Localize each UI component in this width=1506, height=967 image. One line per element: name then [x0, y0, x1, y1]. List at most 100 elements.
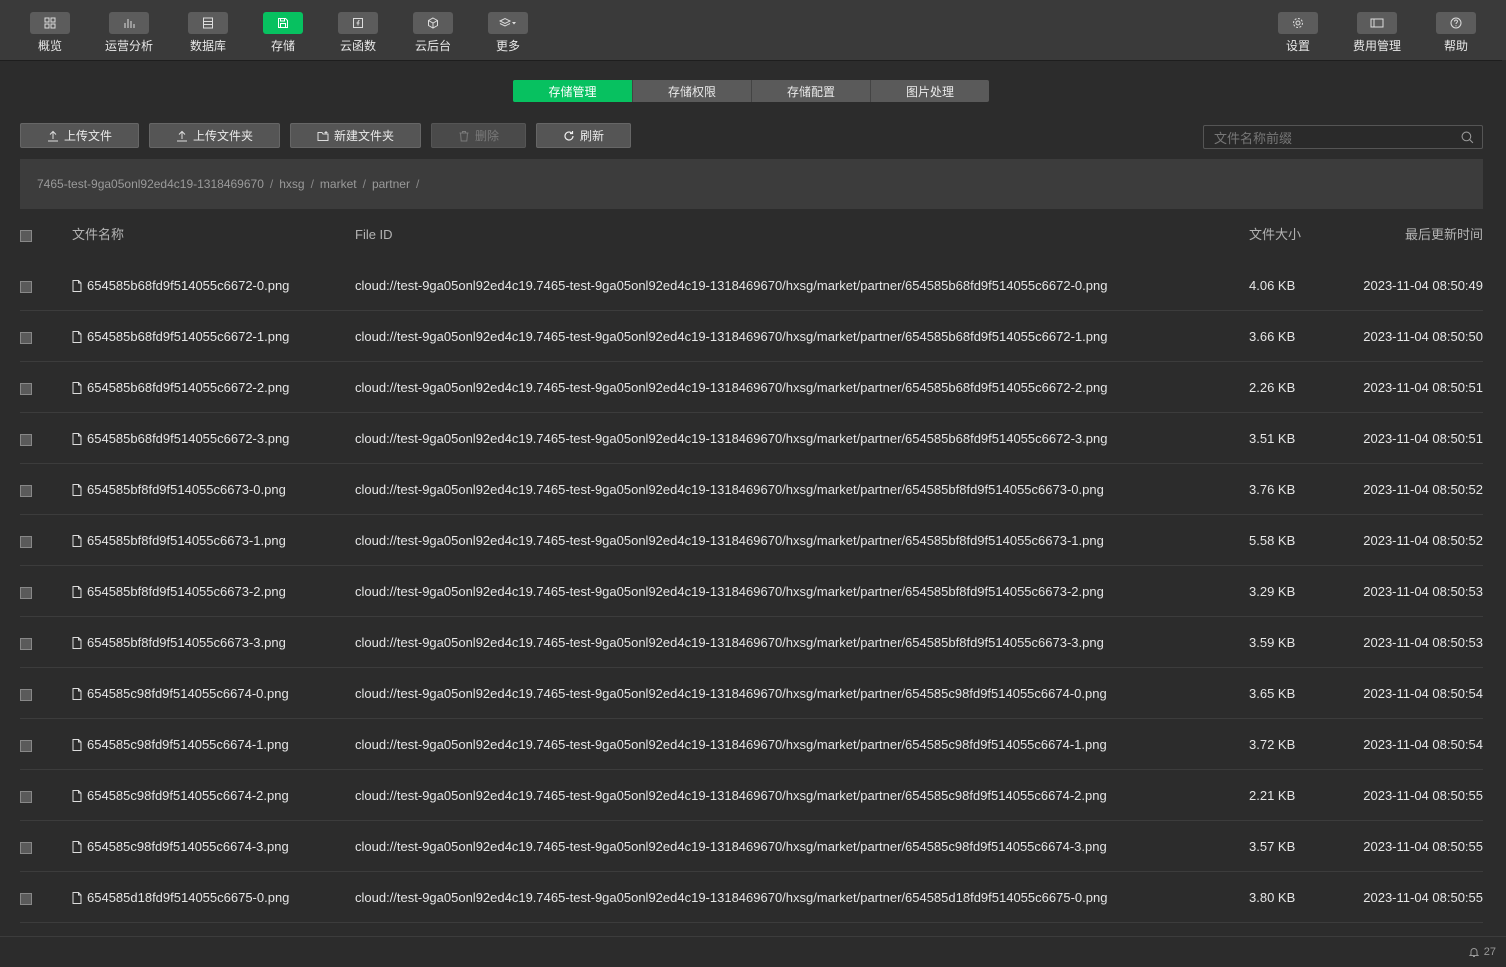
file-name: 654585bf8fd9f514055c6673-1.png [87, 533, 286, 548]
table-row[interactable]: 654585c98fd9f514055c6674-0.png cloud://te… [20, 668, 1483, 719]
tab-storage-management[interactable]: 存储管理 [513, 80, 632, 102]
refresh-button[interactable]: 刷新 [536, 123, 631, 148]
table-row[interactable]: 654585bf8fd9f514055c6673-0.png cloud://te… [20, 464, 1483, 515]
upload-folder-button[interactable]: 上传文件夹 [149, 123, 280, 148]
table-row[interactable]: 654585bf8fd9f514055c6673-2.png cloud://te… [20, 566, 1483, 617]
row-checkbox[interactable] [20, 484, 32, 497]
nav-analytics[interactable]: 运营分析 [99, 12, 159, 54]
search-icon[interactable] [1461, 131, 1474, 144]
table-row[interactable]: 654585b68fd9f514055c6672-1.png cloud://te… [20, 311, 1483, 362]
file-name-cell[interactable]: 654585b68fd9f514055c6672-1.png [72, 311, 289, 362]
nav-help[interactable]: 帮助 [1426, 12, 1486, 54]
nav-storage[interactable]: 存储 [253, 12, 313, 54]
row-checkbox[interactable] [20, 535, 32, 548]
nav-label: 数据库 [189, 39, 226, 53]
file-name-cell[interactable]: 654585c98fd9f514055c6674-2.png [72, 770, 289, 821]
breadcrumb-separator: / [310, 177, 314, 191]
select-all-checkbox[interactable] [20, 229, 32, 242]
file-name-cell[interactable]: 654585d18fd9f514055c6675-0.png [72, 872, 289, 923]
breadcrumb-item[interactable]: hxsg [279, 177, 304, 191]
file-size: 3.72 KB [1249, 737, 1296, 752]
table-row[interactable]: 654585c98fd9f514055c6674-3.png cloud://te… [20, 821, 1483, 872]
breadcrumb-separator: / [269, 177, 274, 191]
nav-overview[interactable]: 概览 [20, 12, 80, 54]
row-checkbox[interactable] [20, 586, 32, 599]
file-name-cell[interactable]: 654585bf8fd9f514055c6673-2.png [72, 566, 286, 617]
file-name-cell[interactable]: 654585b68fd9f514055c6672-0.png [72, 260, 289, 311]
table-header: 文件名称 File ID 文件大小 最后更新时间 [20, 209, 1483, 260]
file-size: 4.06 KB [1249, 278, 1296, 293]
cube-icon [413, 12, 453, 34]
nav-label: 运营分析 [104, 39, 153, 53]
help-icon [1436, 12, 1476, 34]
notification-indicator[interactable]: 27 [1468, 946, 1496, 958]
storage-tabs: 存储管理 存储权限 存储配置 图片处理 [513, 80, 989, 102]
table-row[interactable]: 654585c98fd9f514055c6674-1.png cloud://te… [20, 719, 1483, 770]
delete-button[interactable]: 删除 [431, 123, 526, 148]
file-name: 654585b68fd9f514055c6672-2.png [87, 380, 290, 395]
table-row[interactable]: 654585b68fd9f514055c6672-3.png cloud://te… [20, 413, 1483, 464]
breadcrumb-item[interactable]: market [320, 177, 357, 191]
file-name-cell[interactable]: 654585bf8fd9f514055c6673-1.png [72, 515, 286, 566]
row-checkbox[interactable] [20, 841, 32, 854]
row-check-cell [20, 668, 32, 719]
tab-image-processing[interactable]: 图片处理 [870, 80, 989, 102]
row-check-cell [20, 872, 32, 923]
nav-database[interactable]: 数据库 [178, 12, 238, 54]
breadcrumb-item[interactable]: 7465-test-9ga05onl92ed4c19-1318469670 [37, 177, 264, 191]
file-name: 654585c98fd9f514055c6674-2.png [87, 788, 289, 803]
file-name-cell[interactable]: 654585bf8fd9f514055c6673-3.png [72, 617, 286, 668]
row-checkbox[interactable] [20, 382, 32, 395]
nav-cloud-backend[interactable]: 云后台 [403, 12, 463, 54]
file-icon [72, 534, 82, 547]
notification-count: 27 [1483, 946, 1496, 958]
file-size: 3.51 KB [1249, 431, 1296, 446]
search-box [1203, 125, 1483, 150]
table-row[interactable]: 654585bf8fd9f514055c6673-1.png cloud://te… [20, 515, 1483, 566]
row-checkbox[interactable] [20, 892, 32, 905]
row-checkbox[interactable] [20, 433, 32, 446]
nav-settings[interactable]: 设置 [1268, 12, 1328, 54]
file-updated: 2023-11-04 08:50:51 [1363, 380, 1483, 395]
file-name-cell[interactable]: 654585b68fd9f514055c6672-2.png [72, 362, 289, 413]
grid-icon [30, 12, 70, 34]
file-name-cell[interactable]: 654585c98fd9f514055c6674-3.png [72, 821, 289, 872]
table-row[interactable]: 654585b68fd9f514055c6672-2.png cloud://te… [20, 362, 1483, 413]
tab-storage-config[interactable]: 存储配置 [751, 80, 870, 102]
table-row[interactable]: 654585d18fd9f514055c6675-0.png cloud://te… [20, 872, 1483, 923]
table-row[interactable]: 654585b68fd9f514055c6672-0.png cloud://te… [20, 260, 1483, 311]
upload-file-label: 上传文件 [63, 129, 112, 143]
file-name-cell[interactable]: 654585bf8fd9f514055c6673-0.png [72, 464, 286, 515]
new-folder-button[interactable]: 新建文件夹 [290, 123, 421, 148]
scrollbar[interactable] [1502, 60, 1506, 936]
row-checkbox[interactable] [20, 790, 32, 803]
refresh-label: 刷新 [579, 129, 604, 143]
tab-storage-permissions[interactable]: 存储权限 [632, 80, 751, 102]
breadcrumb-separator: / [415, 177, 420, 191]
file-name-cell[interactable]: 654585c98fd9f514055c6674-1.png [72, 719, 289, 770]
row-checkbox[interactable] [20, 688, 32, 701]
upload-icon [47, 130, 58, 141]
nav-billing[interactable]: 费用管理 [1347, 12, 1407, 54]
file-updated: 2023-11-04 08:50:55 [1363, 839, 1483, 854]
breadcrumb-item[interactable]: partner [372, 177, 410, 191]
file-name-cell[interactable]: 654585b68fd9f514055c6672-3.png [72, 413, 289, 464]
file-id: cloud://test-9ga05onl92ed4c19.7465-test-… [355, 431, 1108, 446]
nav-more[interactable]: 更多 [478, 12, 538, 54]
file-icon [72, 891, 82, 904]
row-check-cell [20, 515, 32, 566]
table-row[interactable]: 654585c98fd9f514055c6674-2.png cloud://te… [20, 770, 1483, 821]
search-input[interactable] [1204, 126, 1456, 150]
file-updated: 2023-11-04 08:50:51 [1363, 431, 1483, 446]
file-id: cloud://test-9ga05onl92ed4c19.7465-test-… [355, 890, 1108, 905]
row-checkbox[interactable] [20, 637, 32, 650]
file-name-cell[interactable]: 654585c98fd9f514055c6674-0.png [72, 668, 289, 719]
row-checkbox[interactable] [20, 331, 32, 344]
nav-cloud-function[interactable]: 云函数 [328, 12, 388, 54]
file-updated: 2023-11-04 08:50:53 [1363, 635, 1483, 650]
row-checkbox[interactable] [20, 280, 32, 293]
file-name: 654585b68fd9f514055c6672-1.png [87, 329, 290, 344]
upload-file-button[interactable]: 上传文件 [20, 123, 139, 148]
row-checkbox[interactable] [20, 739, 32, 752]
table-row[interactable]: 654585bf8fd9f514055c6673-3.png cloud://te… [20, 617, 1483, 668]
